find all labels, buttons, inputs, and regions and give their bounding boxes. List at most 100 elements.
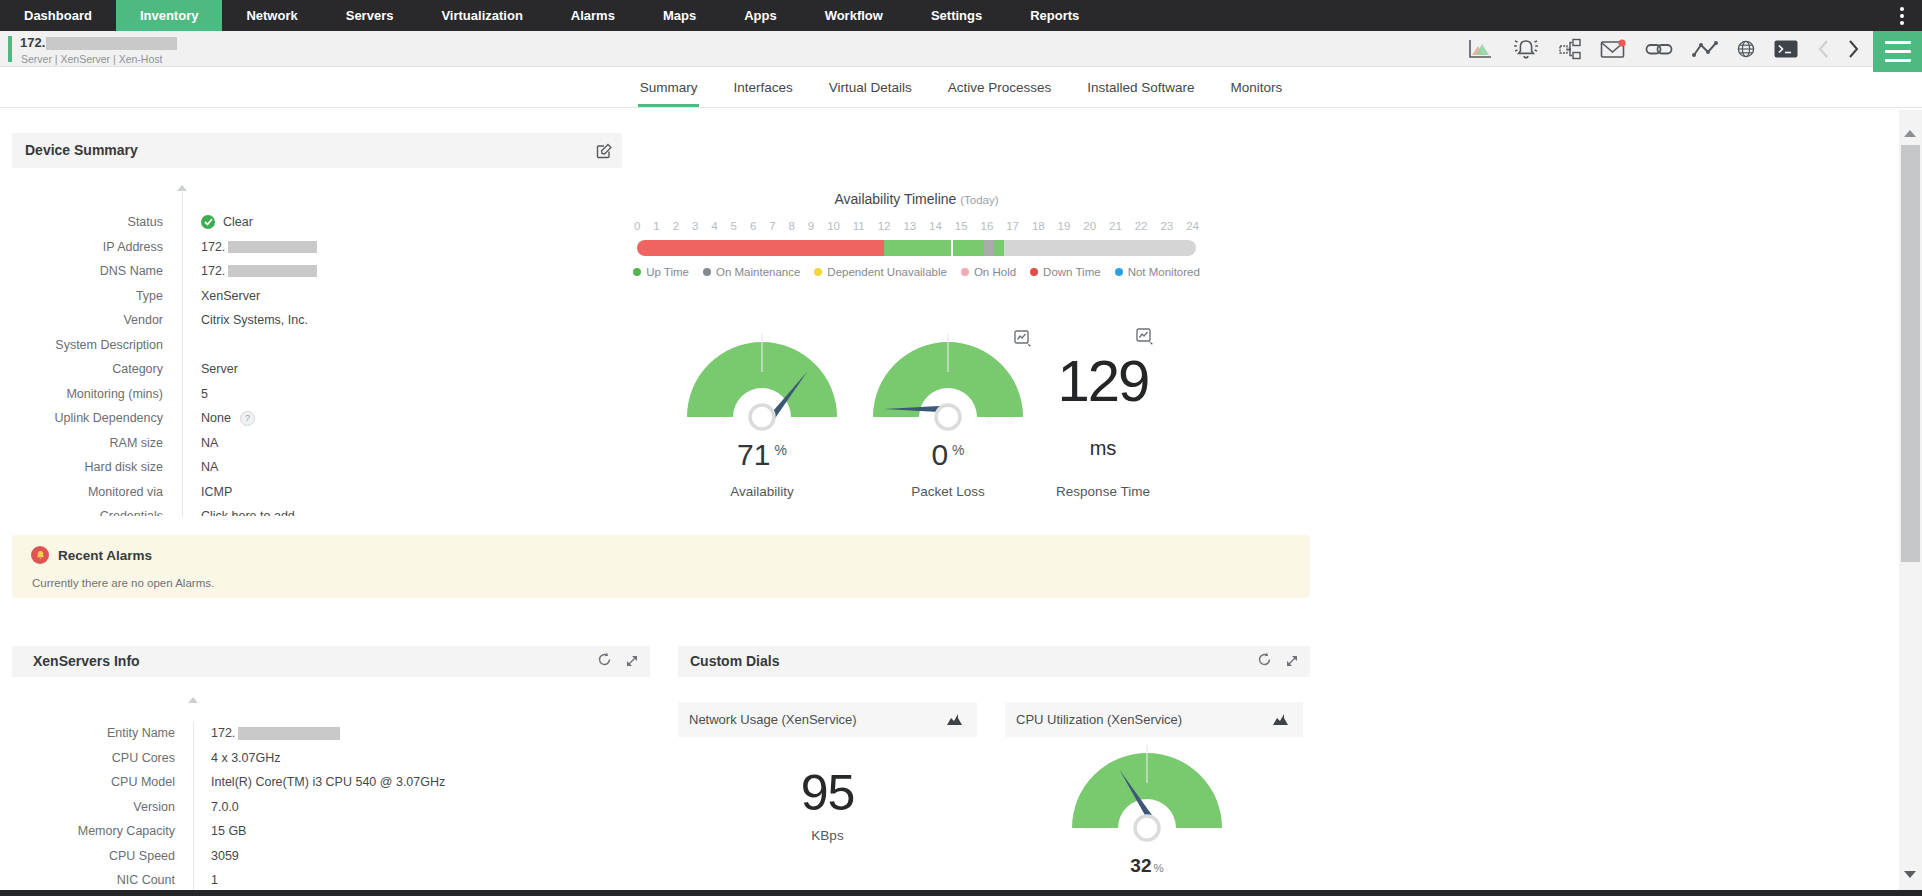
expand-icon[interactable] [626,653,638,671]
nav-item-servers[interactable]: Servers [322,0,418,31]
hour-label: 12 [878,220,891,232]
field-label: Monitoring (mins) [12,387,182,401]
refresh-icon[interactable] [597,652,612,671]
hour-label: 7 [769,220,775,232]
field-label: Type [12,289,182,303]
field-label: Uplink Dependency [12,411,182,425]
redacted-value [238,727,340,740]
chart-icon[interactable] [1272,712,1289,730]
tab-interfaces[interactable]: Interfaces [733,80,792,107]
link-icon[interactable] [1645,41,1673,57]
timeline-segment-down [637,240,884,256]
xenservers-info-panel: XenServers Info Entity Name172.CPU Cores… [12,646,650,890]
hour-label: 11 [853,220,865,232]
field-row: DNS Name172. [12,259,622,284]
dial-header: Network Usage (XenService) [678,702,977,737]
hour-label: 14 [929,220,942,232]
device-summary-title: Device Summary [12,133,622,168]
tab-installed-software[interactable]: Installed Software [1087,80,1194,107]
nav-item-maps[interactable]: Maps [639,0,720,31]
dial-header: CPU Utilization (XenService) [1005,702,1303,737]
availability-gauge [687,334,837,434]
tab-summary[interactable]: Summary [640,80,698,107]
hour-label: 6 [750,220,756,232]
field-label: Status [12,215,182,229]
field-value: ICMP [182,480,622,505]
device-summary-header: Device Summary [12,133,622,168]
field-value: Server [182,357,622,382]
vertical-scrollbar[interactable] [1899,110,1922,890]
field-label: Entity Name [12,726,193,740]
nav-item-virtualization[interactable]: Virtualization [417,0,546,31]
field-value: 172. [182,235,622,260]
graph-popup-icon[interactable] [1136,328,1155,349]
chevron-right-icon[interactable] [1848,39,1860,59]
scrollbar-thumb[interactable] [1901,145,1920,562]
recent-alarms-message: Currently there are no open Alarms. [32,577,214,589]
field-row: NIC Count1 [12,868,650,890]
edit-icon[interactable] [596,143,612,163]
nav-item-apps[interactable]: Apps [720,0,801,31]
graph-popup-icon[interactable] [1014,330,1033,351]
redacted-ip [46,37,177,50]
field-label: DNS Name [12,264,182,278]
device-title: 172. [20,35,177,50]
hour-label: 9 [808,220,814,232]
hour-label: 1 [653,220,659,232]
collapse-arrow-icon[interactable] [177,185,187,191]
nav-item-dashboard[interactable]: Dashboard [0,0,116,31]
nav-item-workflow[interactable]: Workflow [801,0,907,31]
device-breadcrumb: Server | XenServer | Xen-Host [21,53,162,65]
workflow-icon[interactable] [1559,38,1581,60]
hour-label: 16 [981,220,994,232]
field-label: Vendor [12,313,182,327]
tab-virtual-details[interactable]: Virtual Details [829,80,912,107]
field-value: XenServer [182,284,622,309]
packet-loss-value: 0% [873,438,1023,472]
field-label: Version [12,800,193,814]
legend-dot [961,268,969,276]
scroll-up-arrow[interactable] [1904,130,1916,137]
line-graph-icon[interactable] [1692,40,1718,58]
menu-icon[interactable] [1873,31,1922,72]
redacted-value [228,265,317,277]
hour-label: 13 [903,220,916,232]
field-row: RAM sizeNA [12,431,622,456]
nav-item-settings[interactable]: Settings [907,0,1006,31]
hour-label: 18 [1032,220,1045,232]
hour-label: 5 [731,220,737,232]
terminal-icon[interactable] [1774,40,1798,58]
scroll-down-arrow[interactable] [1904,871,1916,878]
nav-item-inventory[interactable]: Inventory [116,0,223,31]
legend-dot [1030,268,1038,276]
field-row: StatusClear [12,210,622,235]
nav-item-reports[interactable]: Reports [1006,0,1103,31]
legend-dot [633,268,641,276]
help-icon[interactable]: ? [240,411,255,426]
nav-item-alarms[interactable]: Alarms [547,0,639,31]
field-row: TypeXenServer [12,284,622,309]
field-label: Category [12,362,182,376]
expand-icon[interactable] [1286,653,1298,671]
hour-label: 2 [673,220,679,232]
hour-label: 24 [1186,220,1199,232]
field-row: CredentialsClick here to add [12,504,622,516]
bottom-bar [0,890,1922,896]
refresh-icon[interactable] [1257,652,1272,671]
tab-active-processes[interactable]: Active Processes [948,80,1052,107]
field-row: Monitoring (mins)5 [12,382,622,407]
chart-icon[interactable] [946,712,963,730]
alarm-bell-icon[interactable] [1512,37,1540,61]
tab-monitors[interactable]: Monitors [1231,80,1283,107]
mail-icon[interactable] [1600,39,1626,59]
globe-icon[interactable] [1737,40,1755,58]
legend-item: Down Time [1030,266,1101,278]
availability-timeline-bar[interactable] [637,240,1196,256]
area-chart-icon[interactable] [1467,38,1493,60]
collapse-arrow-icon[interactable] [188,697,198,703]
kebab-menu-icon[interactable] [1882,0,1922,31]
field-value: 4 x 3.07GHz [193,746,650,771]
nav-item-network[interactable]: Network [222,0,321,31]
xenservers-info-body: Entity Name172.CPU Cores4 x 3.07GHzCPU M… [12,677,650,890]
alarm-icon [31,546,49,564]
